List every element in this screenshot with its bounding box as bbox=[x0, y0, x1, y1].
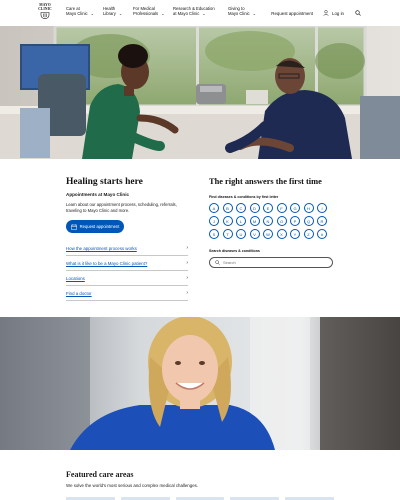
link-patient-experience[interactable]: What is it like to be a Mayo Clinic pati… bbox=[66, 256, 188, 271]
mayo-clinic-logo[interactable]: MAYO CLINIC bbox=[38, 3, 52, 21]
letter-button-j[interactable]: J bbox=[209, 216, 219, 226]
letter-button-b[interactable]: B bbox=[222, 203, 233, 213]
chevron-down-icon: ⌄ bbox=[90, 11, 95, 16]
letter-button-u[interactable]: U bbox=[236, 229, 246, 239]
chevron-right-icon: › bbox=[186, 290, 188, 296]
calendar-icon bbox=[70, 223, 77, 230]
letter-button-n[interactable]: N bbox=[263, 216, 273, 226]
chevron-down-icon: ⌄ bbox=[161, 11, 165, 16]
logo-line2: CLINIC bbox=[38, 6, 52, 11]
login-label: Log in bbox=[332, 10, 344, 16]
letter-button-e[interactable]: E bbox=[263, 203, 273, 213]
letter-button-m[interactable]: M bbox=[249, 216, 260, 226]
chevron-right-icon: › bbox=[186, 275, 188, 281]
link-find-doctor[interactable]: Find a doctor › bbox=[66, 286, 188, 301]
letter-button-v[interactable]: V bbox=[249, 229, 260, 239]
letter-button-w[interactable]: W bbox=[263, 229, 273, 239]
nav-health-library[interactable]: Health Library ⌄ bbox=[103, 6, 122, 16]
nav-label-line2: Library ⌄ bbox=[103, 11, 122, 16]
user-icon bbox=[323, 10, 329, 16]
header-actions: Request appointment Log in bbox=[271, 9, 362, 17]
letter-button-r[interactable]: R bbox=[317, 216, 327, 226]
nav-label-line2: Mayo Clinic ⌄ bbox=[66, 11, 94, 16]
shield-icon bbox=[40, 12, 50, 20]
letter-button-c[interactable]: C bbox=[236, 203, 246, 213]
search-icon bbox=[355, 10, 361, 16]
letter-button-a[interactable]: A bbox=[209, 203, 219, 213]
featured-care-areas: Featured care areas We solve the world's… bbox=[0, 450, 400, 500]
disease-search-input[interactable] bbox=[223, 260, 323, 265]
nav-medical-professionals[interactable]: For Medical Professionals ⌄ bbox=[133, 6, 165, 16]
letter-button-l[interactable]: L bbox=[236, 216, 246, 226]
link-label: Locations bbox=[66, 275, 85, 281]
search-button[interactable] bbox=[354, 9, 362, 17]
letter-button-g[interactable]: G bbox=[290, 203, 300, 213]
request-appointment-button[interactable]: Request appointment bbox=[66, 220, 124, 233]
link-label: What is it like to be a Mayo Clinic pati… bbox=[66, 260, 148, 266]
appointments-section: Healing starts here Appointments at Mayo… bbox=[0, 159, 400, 317]
nav-research-education[interactable]: Research & Education at Mayo Clinic ⌄ bbox=[173, 6, 215, 16]
link-label: Find a doctor bbox=[66, 290, 92, 296]
chevron-down-icon: ⌄ bbox=[252, 11, 257, 16]
featured-subtitle: We solve the world's most serious and co… bbox=[66, 483, 199, 488]
letter-button-z[interactable]: Z bbox=[303, 229, 314, 239]
hero-image-consultation bbox=[0, 26, 400, 159]
link-label: How the appointment process works bbox=[66, 245, 137, 251]
chevron-right-icon: › bbox=[186, 245, 188, 251]
nav-label: Professionals bbox=[133, 11, 159, 16]
letter-button-o[interactable]: O bbox=[276, 216, 287, 226]
chevron-right-icon: › bbox=[186, 260, 188, 266]
appointments-subtitle: Appointments at Mayo Clinic bbox=[66, 192, 130, 197]
letter-button-y[interactable]: Y bbox=[290, 229, 300, 239]
letter-button-d[interactable]: D bbox=[249, 203, 260, 213]
patient-smiling-image bbox=[0, 317, 400, 450]
login-button[interactable]: Log in bbox=[323, 10, 344, 16]
healing-title: Healing starts here bbox=[66, 177, 143, 187]
patient-illustration bbox=[0, 317, 400, 450]
letter-button-i[interactable]: I bbox=[317, 203, 327, 213]
chevron-down-icon: ⌄ bbox=[202, 11, 206, 16]
appointments-description: Learn about our appointment process, sch… bbox=[66, 202, 177, 213]
answers-title: The right answers the first time bbox=[209, 177, 322, 186]
letter-grid: A B C D E F G H I J K L M N O P Q R S T U V W X Y Z # bbox=[209, 203, 335, 239]
letter-button-hash[interactable]: # bbox=[317, 229, 327, 239]
nav-label: Mayo Clinic bbox=[66, 11, 88, 16]
nav-label: Mayo Clinic bbox=[228, 11, 250, 16]
nav-label-line2: at Mayo Clinic ⌄ bbox=[173, 11, 215, 16]
nav-label: at Mayo Clinic bbox=[173, 11, 200, 16]
letters-label: Find diseases & conditions by first lett… bbox=[209, 195, 279, 199]
search-icon bbox=[215, 260, 220, 265]
nav-label: Library bbox=[103, 11, 116, 16]
hero-illustration bbox=[0, 26, 400, 159]
healing-column: Healing starts here Appointments at Mayo… bbox=[66, 177, 188, 301]
chevron-down-icon: ⌄ bbox=[118, 11, 123, 16]
request-appointment-button-label: Request appointment bbox=[79, 224, 120, 229]
letter-button-x[interactable]: X bbox=[276, 229, 287, 239]
featured-title: Featured care areas bbox=[66, 470, 134, 479]
answers-column: The right answers the first time Find di… bbox=[209, 177, 335, 268]
link-appointment-process[interactable]: How the appointment process works › bbox=[66, 241, 188, 256]
nav-label-line2: Professionals ⌄ bbox=[133, 11, 165, 16]
site-header: MAYO CLINIC Care at Mayo Clinic ⌄ Health … bbox=[0, 0, 400, 26]
letter-button-k[interactable]: K bbox=[222, 216, 233, 226]
letter-button-t[interactable]: T bbox=[222, 229, 233, 239]
link-locations[interactable]: Locations › bbox=[66, 271, 188, 286]
search-label: Search diseases & conditions bbox=[209, 249, 260, 253]
appointment-links: How the appointment process works › What… bbox=[66, 241, 188, 301]
nav-label-line2: Mayo Clinic ⌄ bbox=[228, 11, 256, 16]
nav-care-at-mayo[interactable]: Care at Mayo Clinic ⌄ bbox=[66, 6, 94, 16]
disease-search-box bbox=[209, 257, 333, 268]
nav-giving[interactable]: Giving to Mayo Clinic ⌄ bbox=[228, 6, 256, 16]
letter-button-p[interactable]: P bbox=[290, 216, 300, 226]
letter-button-f[interactable]: F bbox=[276, 203, 287, 213]
letter-button-s[interactable]: S bbox=[209, 229, 219, 239]
request-appointment-link[interactable]: Request appointment bbox=[271, 11, 313, 16]
letter-button-h[interactable]: H bbox=[303, 203, 314, 213]
letter-button-q[interactable]: Q bbox=[303, 216, 314, 226]
